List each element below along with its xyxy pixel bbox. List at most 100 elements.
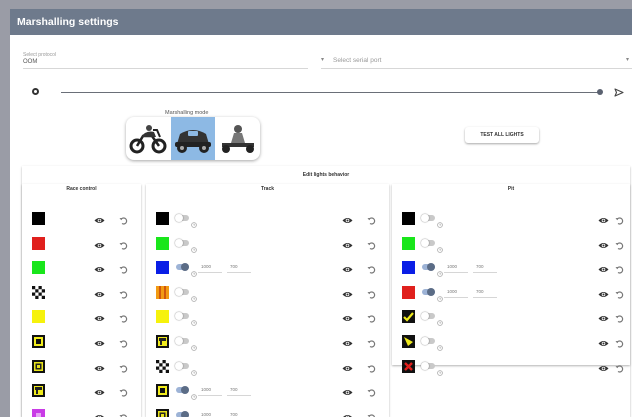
blink-toggle[interactable] (175, 238, 189, 247)
send-icon[interactable] (614, 88, 624, 97)
serial-dropdown-arrow-icon[interactable]: ▾ (321, 56, 324, 63)
reset-icon[interactable] (118, 238, 129, 250)
reset-icon[interactable] (366, 262, 377, 274)
eye-icon[interactable] (94, 336, 105, 347)
eye-icon[interactable] (598, 311, 609, 322)
eye-icon[interactable] (342, 287, 353, 298)
reset-icon[interactable] (366, 287, 377, 299)
eye-icon[interactable] (342, 361, 353, 372)
pit-row (392, 206, 630, 231)
blink-toggle[interactable] (421, 312, 435, 321)
eye-icon[interactable] (342, 238, 353, 249)
reset-icon[interactable] (366, 336, 377, 348)
blink-toggle[interactable] (175, 337, 189, 345)
blink-toggle[interactable] (175, 361, 189, 370)
eye-icon[interactable] (342, 311, 353, 322)
mode-car-button[interactable] (171, 117, 215, 160)
blink-toggle[interactable] (421, 238, 435, 247)
off-duration-field[interactable]: 700 (230, 264, 238, 269)
eye-icon[interactable] (342, 385, 353, 396)
eye-icon[interactable] (598, 213, 609, 224)
blink-toggle[interactable] (421, 263, 435, 272)
reset-icon[interactable] (366, 238, 377, 250)
blink-toggle[interactable] (175, 214, 189, 222)
reset-icon[interactable] (614, 213, 625, 225)
reset-icon[interactable] (118, 361, 129, 373)
blink-toggle[interactable] (421, 214, 435, 222)
eye-icon[interactable] (598, 262, 609, 273)
eye-icon[interactable] (94, 311, 105, 322)
serial-port-select[interactable]: Select serial port (333, 57, 381, 64)
slider-track[interactable] (61, 92, 602, 93)
window: Marshalling settings Select protocol OOM… (10, 9, 632, 417)
eye-icon[interactable] (94, 287, 105, 298)
timer-icon (191, 338, 197, 351)
on-duration-field[interactable]: 1000 (201, 387, 211, 392)
reset-icon[interactable] (614, 311, 625, 323)
blink-toggle[interactable] (175, 263, 189, 272)
protocol-select[interactable]: OOM (23, 59, 37, 65)
reset-icon[interactable] (118, 213, 129, 225)
eye-icon[interactable] (94, 238, 105, 249)
on-duration-underline (444, 296, 468, 298)
flag-purple-icon (32, 408, 45, 417)
flag-checkmark-icon (402, 310, 415, 324)
reset-icon[interactable] (366, 213, 377, 225)
eye-icon[interactable] (342, 262, 353, 273)
eye-icon[interactable] (94, 213, 105, 224)
reset-icon[interactable] (366, 410, 377, 417)
off-duration-field[interactable]: 700 (230, 412, 238, 417)
blink-toggle[interactable] (421, 287, 435, 296)
on-duration-field[interactable]: 1000 (201, 412, 211, 417)
reset-icon[interactable] (118, 385, 129, 397)
serial-right-arrow-icon[interactable]: ▾ (626, 56, 629, 63)
eye-icon[interactable] (342, 336, 353, 347)
mode-motorcycle-button[interactable] (126, 117, 170, 160)
eye-icon[interactable] (598, 361, 609, 372)
off-duration-field[interactable]: 700 (230, 387, 238, 392)
reset-icon[interactable] (614, 287, 625, 299)
reset-icon[interactable] (614, 336, 625, 348)
slider-start-icon[interactable] (32, 88, 39, 95)
off-duration-field[interactable]: 700 (476, 264, 484, 269)
reset-icon[interactable] (614, 361, 625, 373)
eye-icon[interactable] (94, 385, 105, 396)
flag-red-icon (32, 236, 45, 250)
track-row (146, 304, 389, 329)
reset-icon[interactable] (614, 262, 625, 274)
on-duration-field[interactable]: 1000 (447, 289, 457, 294)
eye-icon[interactable] (598, 238, 609, 249)
reset-icon[interactable] (118, 262, 129, 274)
slider-thumb[interactable] (597, 89, 603, 95)
blink-toggle[interactable] (175, 287, 189, 296)
blink-toggle[interactable] (175, 386, 189, 395)
reset-icon[interactable] (366, 311, 377, 323)
reset-icon[interactable] (118, 336, 129, 348)
blink-toggle[interactable] (175, 312, 189, 321)
blink-toggle[interactable] (421, 337, 435, 345)
reset-icon[interactable] (118, 311, 129, 323)
eye-icon[interactable] (598, 336, 609, 347)
reset-icon[interactable] (118, 410, 129, 417)
off-duration-field[interactable]: 700 (476, 289, 484, 294)
window-title: Marshalling settings (17, 16, 119, 28)
reset-icon[interactable] (118, 287, 129, 299)
eye-icon[interactable] (342, 410, 353, 417)
flag-black-icon (156, 212, 169, 225)
eye-icon[interactable] (94, 361, 105, 372)
on-duration-field[interactable]: 1000 (201, 264, 211, 269)
reset-icon[interactable] (366, 385, 377, 397)
blink-toggle[interactable] (175, 410, 189, 417)
on-duration-field[interactable]: 1000 (447, 264, 457, 269)
eye-icon[interactable] (342, 213, 353, 224)
eye-icon[interactable] (94, 262, 105, 273)
pit-row: 1000 700 (392, 255, 630, 280)
test-all-lights-button[interactable]: TEST ALL LIGHTS (465, 127, 539, 143)
mode-kart-button[interactable] (216, 117, 260, 160)
reset-icon[interactable] (614, 238, 625, 250)
eye-icon[interactable] (598, 287, 609, 298)
flag-chequered-icon (156, 359, 169, 373)
blink-toggle[interactable] (421, 361, 435, 370)
eye-icon[interactable] (94, 410, 105, 417)
reset-icon[interactable] (366, 361, 377, 373)
